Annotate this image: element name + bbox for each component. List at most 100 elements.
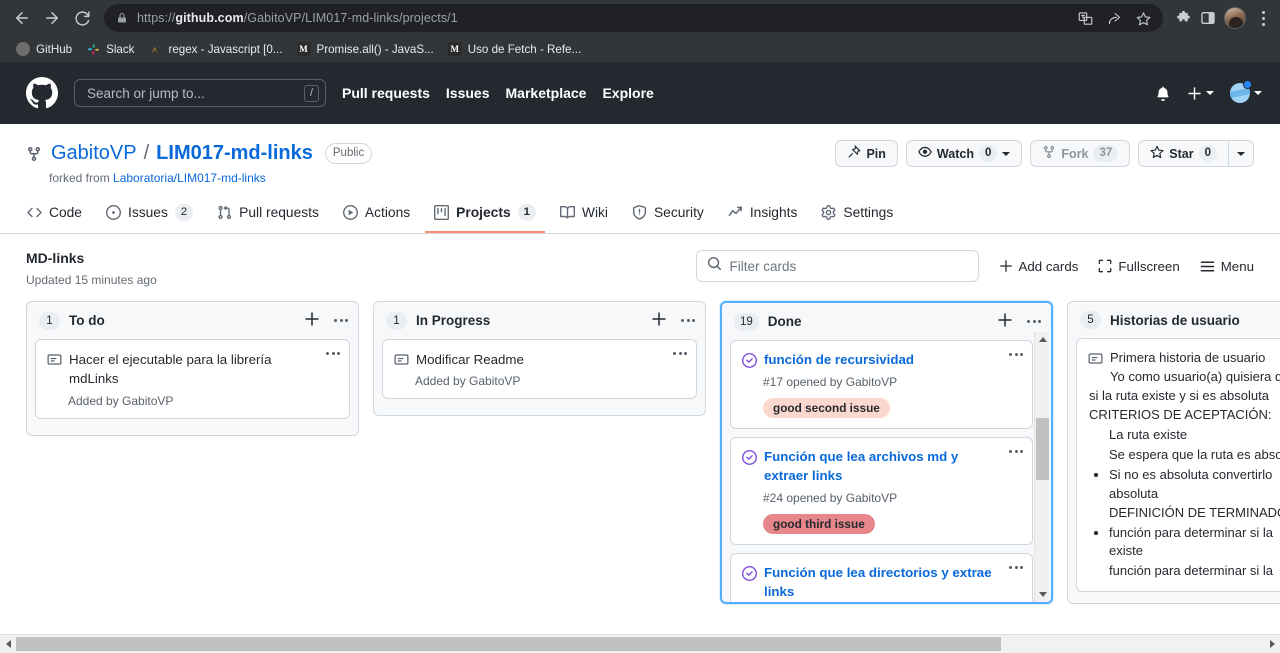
card-meta: #17 opened by GabitoVP	[763, 374, 898, 389]
global-search-box[interactable]: /	[74, 79, 326, 107]
kebab-horizontal-icon[interactable]	[681, 319, 695, 322]
nav-pull-requests[interactable]: Pull requests	[342, 85, 430, 101]
card-menu-icon[interactable]	[1009, 353, 1023, 356]
tab-issues[interactable]: Issues 2	[97, 197, 202, 233]
column-name: Historias de usuario	[1110, 312, 1240, 328]
bookmark-star-icon[interactable]	[1136, 11, 1151, 26]
scrollbar-thumb[interactable]	[1036, 418, 1049, 480]
pin-button[interactable]: Pin	[835, 140, 898, 167]
bookmark-item[interactable]: Slack	[80, 39, 142, 59]
story-criteria-item: función para determinar si la existe	[1109, 524, 1280, 562]
browser-nav-row: https://github.com/GabitoVP/LIM017-md-li…	[0, 0, 1280, 36]
story-criteria-item: Se espera que la ruta es abso	[1109, 446, 1280, 465]
user-avatar[interactable]	[1230, 80, 1262, 103]
column-header: 5 Historias de usuario	[1068, 302, 1280, 338]
kebab-horizontal-icon[interactable]	[1027, 320, 1041, 323]
bookmark-item[interactable]: M Uso de Fetch - Refe...	[442, 39, 589, 59]
scroll-right-arrow-icon[interactable]	[1264, 635, 1280, 653]
card-note[interactable]: Modificar Readme Added by GabitoVP	[382, 339, 697, 400]
tab-settings[interactable]: Settings	[812, 198, 902, 232]
mdn-favicon: M	[447, 42, 462, 56]
tab-label: Wiki	[581, 205, 608, 220]
menu-button[interactable]: Menu	[1200, 259, 1254, 274]
scroll-left-arrow-icon[interactable]	[0, 635, 16, 653]
star-dropdown-button[interactable]	[1229, 140, 1254, 167]
column-done[interactable]: 19 Done función de recursividad #17 open…	[720, 301, 1053, 604]
back-arrow-icon[interactable]	[8, 4, 36, 32]
side-panel-icon[interactable]	[1200, 10, 1216, 26]
scrollbar-thumb[interactable]	[16, 636, 1001, 651]
card-menu-icon[interactable]	[1009, 449, 1023, 453]
lock-icon	[116, 12, 128, 24]
column-vertical-scrollbar[interactable]	[1034, 332, 1049, 602]
scroll-down-arrow-icon[interactable]	[1035, 587, 1050, 602]
chevron-down-icon	[1237, 151, 1245, 156]
profile-avatar-icon[interactable]	[1224, 7, 1246, 29]
search-input[interactable]	[87, 85, 304, 101]
column-name: In Progress	[416, 313, 491, 328]
tab-pull-requests[interactable]: Pull requests	[208, 198, 328, 232]
story-subheading: DEFINICIÓN DE TERMINADO	[1109, 504, 1280, 520]
reload-icon[interactable]	[68, 4, 96, 32]
chrome-menu-kebab-icon[interactable]	[1254, 10, 1272, 26]
tab-wiki[interactable]: Wiki	[551, 198, 617, 232]
filter-cards-input[interactable]	[729, 258, 968, 274]
note-icon	[47, 352, 62, 367]
card-note[interactable]: Hacer el ejecutable para la librería mdL…	[35, 339, 350, 419]
column-body: Hacer el ejecutable para la librería mdL…	[27, 339, 358, 435]
card-note[interactable]: Primera historia de usuario Yo como usua…	[1076, 338, 1280, 593]
extensions-puzzle-icon[interactable]	[1175, 10, 1192, 27]
translate-icon[interactable]	[1078, 11, 1093, 26]
tab-code[interactable]: Code	[18, 198, 91, 232]
avatar-status-dot	[1243, 80, 1252, 89]
kebab-horizontal-icon[interactable]	[334, 319, 348, 322]
column-in-progress[interactable]: 1 In Progress Modificar Readme Added by …	[373, 301, 706, 417]
repo-name-link[interactable]: LIM017-md-links	[156, 142, 313, 165]
nav-explore[interactable]: Explore	[602, 85, 653, 101]
card-issue[interactable]: Función que lea archivos md y extraer li…	[730, 436, 1033, 545]
card-title[interactable]: Función que lea archivos md y extraer li…	[764, 448, 1022, 486]
page-horizontal-scrollbar[interactable]	[0, 634, 1280, 653]
issue-closed-icon	[742, 353, 757, 368]
column-historias-de-usuario[interactable]: 5 Historias de usuario Primera historia …	[1067, 301, 1280, 604]
card-menu-icon[interactable]	[326, 352, 340, 355]
card-title[interactable]: función de recursividad	[764, 351, 934, 370]
card-menu-icon[interactable]	[673, 352, 687, 355]
forked-from-link[interactable]: Laboratoria/LIM017-md-links	[113, 171, 266, 185]
bookmark-item[interactable]: M Promise.all() - JavaS...	[291, 39, 442, 59]
fullscreen-button[interactable]: Fullscreen	[1098, 259, 1180, 274]
tab-security[interactable]: Security	[623, 198, 713, 232]
fork-button[interactable]: Fork 37	[1030, 140, 1131, 167]
card-menu-icon[interactable]	[1009, 565, 1023, 569]
scroll-up-arrow-icon[interactable]	[1035, 332, 1050, 347]
mdn-favicon: M	[296, 42, 311, 56]
filter-cards-box[interactable]	[695, 250, 979, 282]
repo-owner-link[interactable]: GabitoVP	[51, 142, 137, 165]
add-card-to-column-icon[interactable]	[304, 311, 320, 330]
add-card-to-column-icon[interactable]	[651, 311, 667, 330]
star-button[interactable]: Star 0	[1138, 140, 1229, 167]
chevron-down-icon	[1254, 91, 1262, 95]
share-icon[interactable]	[1107, 11, 1122, 26]
tab-projects[interactable]: Projects 1	[425, 197, 545, 233]
tab-insights[interactable]: Insights	[719, 198, 807, 232]
scrollbar-track[interactable]	[16, 635, 1264, 653]
watch-button[interactable]: Watch 0	[905, 140, 1023, 167]
nav-marketplace[interactable]: Marketplace	[506, 85, 587, 101]
card-title[interactable]: Función que lea directorios y extrae lin…	[764, 564, 1022, 602]
github-mark-icon[interactable]	[26, 77, 58, 109]
add-card-to-column-icon[interactable]	[997, 312, 1013, 331]
add-cards-button[interactable]: Add cards	[999, 259, 1078, 274]
forward-arrow-icon[interactable]	[38, 4, 66, 32]
card-issue[interactable]: Función que lea directorios y extrae lin…	[730, 552, 1033, 602]
omnibox[interactable]: https://github.com/GabitoVP/LIM017-md-li…	[104, 4, 1163, 32]
create-new-plus-icon[interactable]	[1187, 86, 1214, 101]
star-button-group: Star 0	[1138, 140, 1254, 167]
bookmark-item[interactable]: regex - Javascript [0...	[142, 39, 290, 59]
notifications-bell-icon[interactable]	[1155, 85, 1171, 101]
nav-issues[interactable]: Issues	[446, 85, 490, 101]
card-issue[interactable]: función de recursividad #17 opened by Ga…	[730, 340, 1033, 429]
column-to-do[interactable]: 1 To do Hacer el ejecutable para la libr…	[26, 301, 359, 436]
bookmark-item[interactable]: GitHub	[10, 39, 80, 59]
tab-actions[interactable]: Actions	[334, 198, 419, 232]
